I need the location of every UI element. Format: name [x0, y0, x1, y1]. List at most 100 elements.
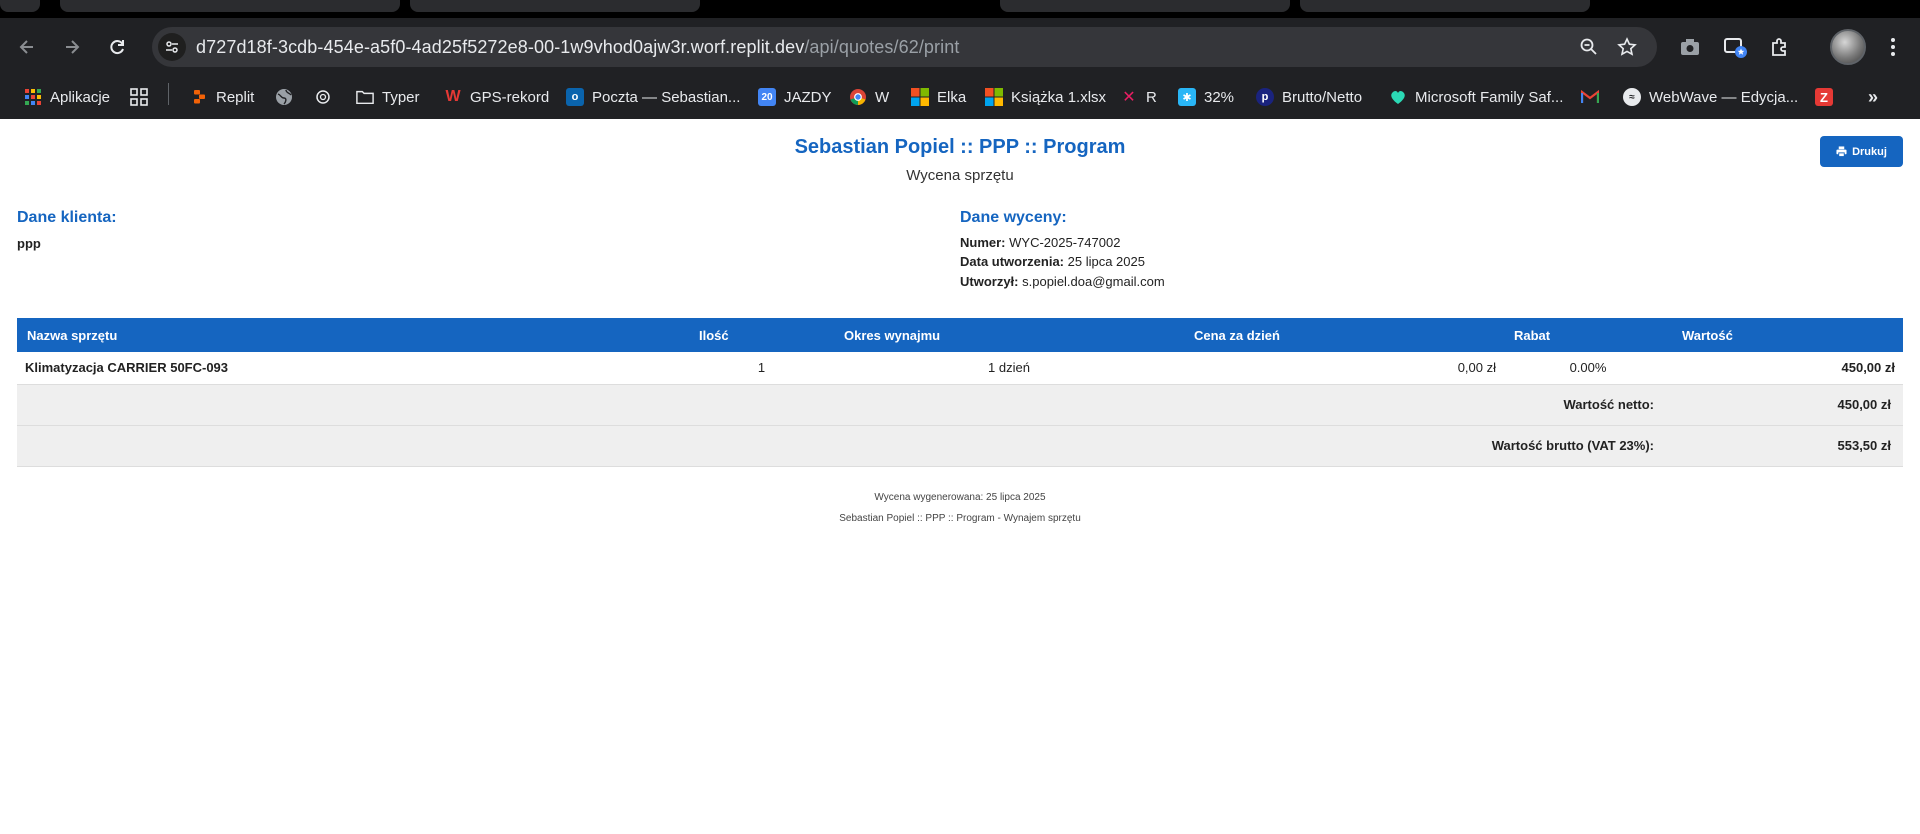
- bookmark-label: Aplikacje: [50, 88, 111, 106]
- site-info-button[interactable]: [158, 33, 186, 61]
- bookmark-globe[interactable]: [275, 84, 293, 110]
- replit-icon: [190, 88, 208, 106]
- chevron-double-right-icon: »: [1867, 86, 1878, 107]
- microsoft-icon: [911, 88, 929, 106]
- table-row: Klimatyzacja CARRIER 50FC-093 1 1 dzień …: [17, 352, 1903, 384]
- back-button[interactable]: [14, 34, 40, 60]
- bookmark-star-button[interactable]: [1616, 36, 1638, 58]
- tab-strip: [0, 0, 1920, 18]
- puzzle-icon: [1772, 38, 1786, 56]
- bookmark-poczta[interactable]: o Poczta — Sebastian...: [566, 84, 740, 110]
- profile-avatar[interactable]: [1830, 29, 1866, 65]
- quote-created-line: Data utworzenia: 25 lipca 2025: [960, 254, 1145, 269]
- microsoft-icon: [985, 88, 1003, 106]
- bookmark-jazdy[interactable]: 20 JAZDY: [758, 84, 832, 110]
- bookmarks-bar: Aplikacje Replit Typer W GPS-rekord o Po…: [0, 76, 1920, 119]
- client-heading: Dane klienta:: [17, 209, 117, 226]
- camera-icon: [1681, 39, 1699, 55]
- bookmark-brutto-netto[interactable]: p Brutto/Netto: [1256, 84, 1362, 110]
- col-header-period: Okres wynajmu: [844, 327, 941, 343]
- bulb-icon: ✱: [1178, 88, 1196, 106]
- bookmark-label: R: [1146, 88, 1157, 106]
- star-icon: [1617, 37, 1637, 56]
- bookmark-32[interactable]: ✱ 32%: [1178, 84, 1234, 110]
- apps-grid-icon: [24, 88, 42, 106]
- r-app-icon: ✕: [1122, 89, 1136, 106]
- col-header-value: Wartość: [1682, 327, 1733, 343]
- net-total-row: Wartość netto: 450,00 zł: [17, 384, 1903, 425]
- tune-icon: [166, 41, 178, 53]
- table-header-row: Nazwa sprzętu Ilość Okres wynajmu Cena z…: [17, 318, 1903, 352]
- bookmark-label: Typer: [382, 88, 420, 106]
- client-name: ppp: [17, 236, 41, 251]
- bookmark-z[interactable]: Z: [1815, 84, 1833, 110]
- bookmark-apps[interactable]: Aplikacje: [24, 84, 110, 110]
- back-arrow-icon: [19, 40, 33, 54]
- cell-period: 1 dzień: [988, 360, 1030, 376]
- tab-partial[interactable]: [410, 0, 700, 12]
- tab-partial[interactable]: [60, 0, 400, 12]
- bookmark-ksiazka[interactable]: Książka 1.xlsx: [985, 84, 1106, 110]
- bookmark-webwave[interactable]: ≈ WebWave — Edycja...: [1623, 84, 1798, 110]
- quote-number-label: Numer:: [960, 235, 1006, 250]
- col-header-name: Nazwa sprzętu: [27, 327, 118, 343]
- tab-partial[interactable]: [0, 0, 40, 12]
- bookmark-family-safety[interactable]: Microsoft Family Saf...: [1389, 84, 1563, 110]
- print-button[interactable]: Drukuj: [1820, 136, 1903, 167]
- bookmark-folder-typer[interactable]: Typer: [356, 84, 420, 110]
- bookmark-r[interactable]: ✕ R: [1120, 84, 1157, 110]
- bookmark-gmail[interactable]: [1581, 84, 1599, 110]
- print-page: Sebastian Popiel :: PPP :: Program Wycen…: [0, 119, 1920, 834]
- zoom-out-icon: [1580, 38, 1597, 55]
- more-vert-icon: [1891, 38, 1895, 56]
- bookmark-label: 32%: [1204, 88, 1235, 106]
- browser-chrome: d727d18f-3cdb-454e-a5f0-4ad25f5272e8-00-…: [0, 0, 1920, 119]
- bookmark-label: Brutto/Netto: [1282, 88, 1363, 106]
- z-icon: Z: [1815, 88, 1833, 106]
- bookmark-openai[interactable]: [314, 84, 332, 110]
- quote-author-label: Utworzył:: [960, 274, 1019, 289]
- cell-price: 0,00 zł: [1457, 360, 1496, 376]
- cell-qty: 1: [757, 360, 766, 376]
- browser-toolbar: d727d18f-3cdb-454e-a5f0-4ad25f5272e8-00-…: [0, 18, 1920, 76]
- calendar-icon: 20: [758, 88, 776, 106]
- tab-partial[interactable]: [1300, 0, 1590, 12]
- bookmark-gps-rekord[interactable]: W GPS-rekord: [444, 84, 549, 110]
- bookmark-label: Książka 1.xlsx: [1011, 88, 1107, 106]
- globe-icon: [275, 88, 293, 106]
- bookmark-w[interactable]: W: [849, 84, 889, 110]
- extension-button[interactable]: [1722, 34, 1748, 60]
- tab-partial[interactable]: [1000, 0, 1290, 12]
- bookmarks-overflow-button[interactable]: »: [1864, 84, 1882, 110]
- footer-brand: Sebastian Popiel :: PPP :: Program - Wyn…: [839, 513, 1081, 524]
- bookmark-label: WebWave — Edycja...: [1649, 88, 1799, 106]
- bookmarks-divider: [168, 83, 169, 105]
- window-icon: [1724, 38, 1747, 58]
- screenshot-button[interactable]: [1677, 34, 1703, 60]
- forward-button[interactable]: [59, 34, 85, 60]
- page-title: Sebastian Popiel :: PPP :: Program: [794, 136, 1126, 158]
- gross-total-row: Wartość brutto (VAT 23%): 553,50 zł: [17, 425, 1903, 466]
- address-bar[interactable]: d727d18f-3cdb-454e-a5f0-4ad25f5272e8-00-…: [152, 27, 1657, 67]
- zoom-button[interactable]: [1578, 36, 1600, 58]
- col-header-discount: Rabat: [1514, 327, 1551, 343]
- p-icon: p: [1256, 88, 1274, 106]
- menu-button[interactable]: [1880, 34, 1906, 60]
- bookmark-elka[interactable]: Elka: [911, 84, 966, 110]
- bookmark-label: W: [875, 88, 890, 106]
- reload-button[interactable]: [104, 34, 130, 60]
- items-table: Nazwa sprzętu Ilość Okres wynajmu Cena z…: [17, 318, 1903, 467]
- url-path: /api/quotes/62/print: [804, 37, 960, 57]
- quote-heading: Dane wyceny:: [960, 209, 1067, 226]
- bookmark-grid[interactable]: [130, 84, 148, 110]
- extensions-button[interactable]: [1767, 34, 1793, 60]
- gross-total-label: Wartość brutto (VAT 23%):: [1491, 438, 1654, 453]
- reload-icon: [110, 40, 124, 55]
- grid-icon: [130, 88, 148, 106]
- gps-rekord-icon: W: [445, 88, 461, 105]
- bookmark-replit[interactable]: Replit: [190, 84, 254, 110]
- bookmark-label: Elka: [937, 88, 967, 106]
- family-safety-icon: [1389, 88, 1407, 106]
- col-header-price: Cena za dzień: [1194, 327, 1280, 343]
- folder-icon: [356, 88, 374, 106]
